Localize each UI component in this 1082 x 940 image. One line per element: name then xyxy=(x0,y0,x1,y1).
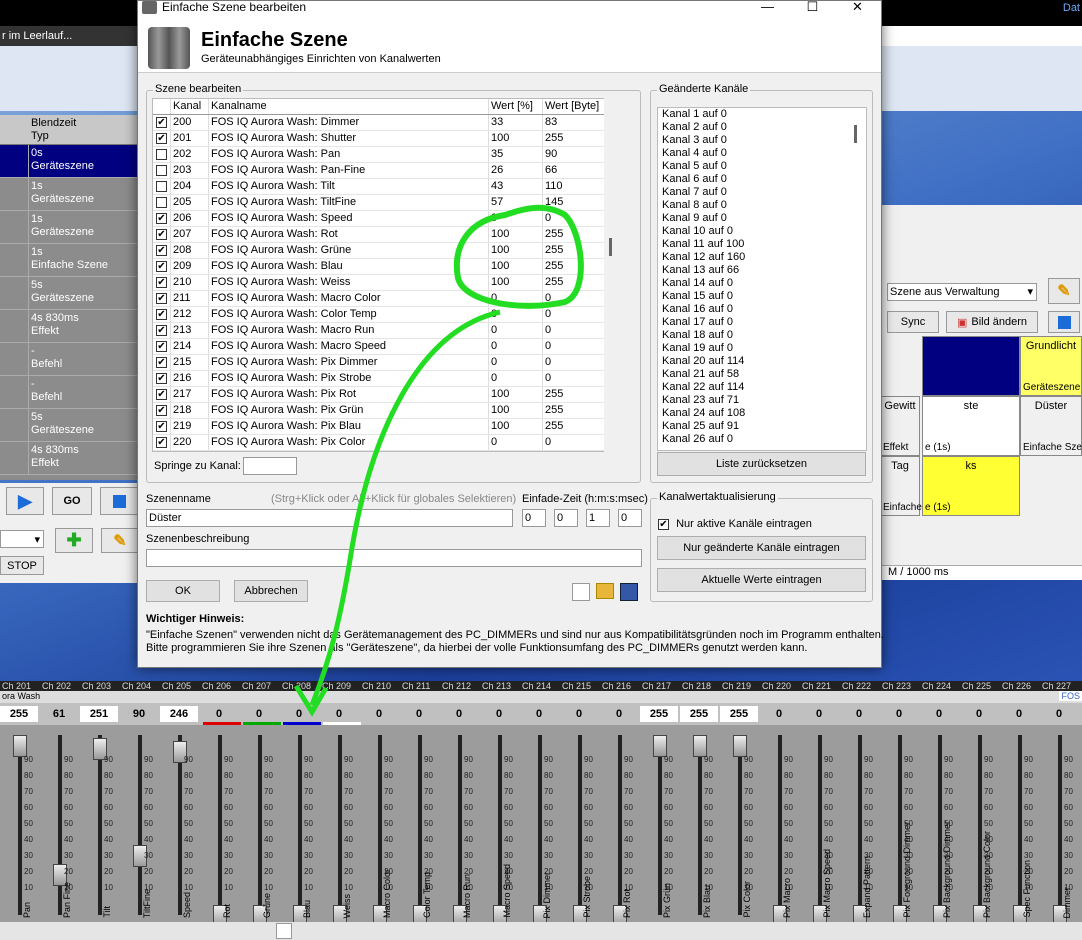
annotation-arrow xyxy=(309,309,501,706)
green-annotation xyxy=(293,204,584,717)
annotation-arrowhead xyxy=(293,684,329,717)
annotation-circle xyxy=(453,204,584,309)
